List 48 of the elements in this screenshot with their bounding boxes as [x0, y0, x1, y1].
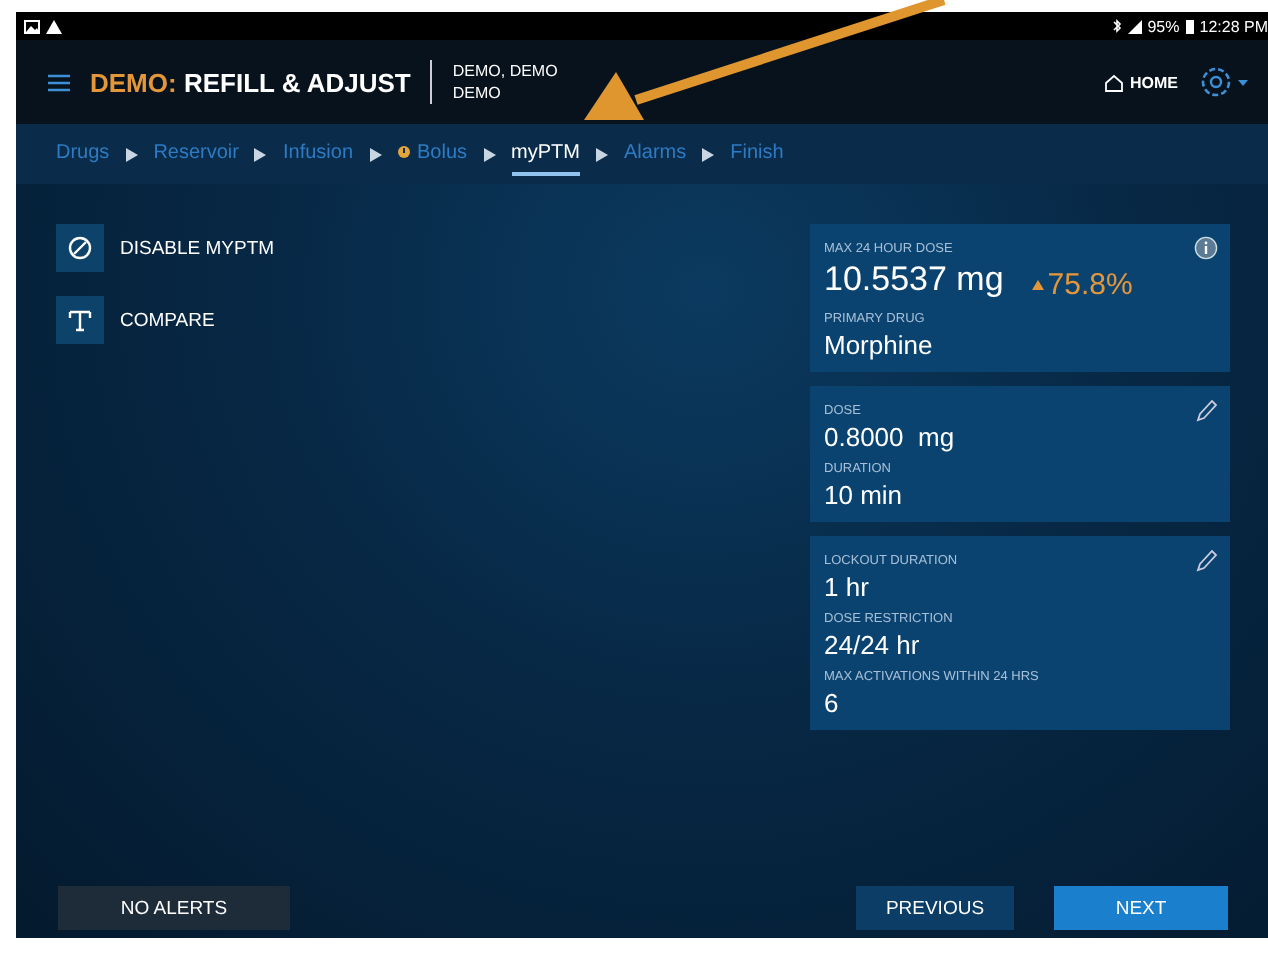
- change-percent: 75.8%: [1047, 268, 1133, 302]
- chevron-icon: [369, 147, 382, 161]
- step-tab[interactable]: Infusion: [282, 133, 354, 175]
- caret-icon: [1238, 79, 1248, 85]
- chevron-icon: [125, 147, 138, 161]
- field-value: 1 hr: [824, 572, 869, 602]
- chevron-icon: [702, 147, 715, 161]
- settings-icon: [1198, 64, 1234, 100]
- step-tab[interactable]: Drugs: [56, 133, 110, 175]
- next-button[interactable]: NEXT: [1054, 886, 1228, 930]
- menu-icon[interactable]: [48, 73, 70, 91]
- settings-button[interactable]: [1198, 64, 1248, 100]
- step-tab[interactable]: Finish: [730, 133, 784, 175]
- battery-percent: 95%: [1147, 17, 1180, 35]
- patient-name-line: DEMO: [452, 82, 503, 104]
- field-value: Morphine: [824, 330, 933, 360]
- action-button[interactable]: DISABLE MYPTM: [56, 224, 275, 272]
- info-icon[interactable]: [1194, 236, 1218, 260]
- bluetooth-icon: [1111, 18, 1122, 34]
- pencil-icon[interactable]: [1194, 398, 1218, 422]
- action-button[interactable]: COMPARE: [56, 296, 275, 344]
- field-value: 10 min: [824, 480, 903, 510]
- field-value: 10.5537 mg: [824, 260, 1004, 300]
- warning-icon: [46, 19, 62, 33]
- field-value: 24/24 hr: [824, 630, 920, 660]
- up-triangle-icon: [1031, 280, 1044, 290]
- step-tab[interactable]: Bolus: [397, 133, 468, 175]
- step-tab[interactable]: Reservoir: [153, 133, 239, 175]
- signal-icon: [1127, 19, 1142, 33]
- house-icon: [1104, 73, 1124, 91]
- field-value: 6: [824, 688, 839, 718]
- chevron-icon: [595, 147, 608, 161]
- alerts-button[interactable]: NO ALERTS: [58, 886, 290, 930]
- previous-button[interactable]: PREVIOUS: [856, 886, 1014, 930]
- step-tab[interactable]: myPTM: [511, 133, 580, 175]
- pencil-icon[interactable]: [1194, 548, 1218, 572]
- clock-time: 12:28 PM: [1199, 17, 1268, 35]
- prohibited-icon: [68, 236, 92, 260]
- image-icon: [24, 19, 40, 33]
- home-button[interactable]: HOME: [1104, 73, 1178, 91]
- field-value: 0.8000 mg: [824, 422, 955, 452]
- step-tab[interactable]: Alarms: [623, 133, 687, 175]
- alert-dot-icon: [397, 146, 410, 158]
- chevron-icon: [483, 147, 496, 161]
- chevron-icon: [254, 147, 267, 161]
- patient-name: DEMO, DEMO: [452, 60, 558, 82]
- battery-icon: [1185, 19, 1194, 33]
- screen-title: DEMO: REFILL & ADJUST: [90, 67, 411, 97]
